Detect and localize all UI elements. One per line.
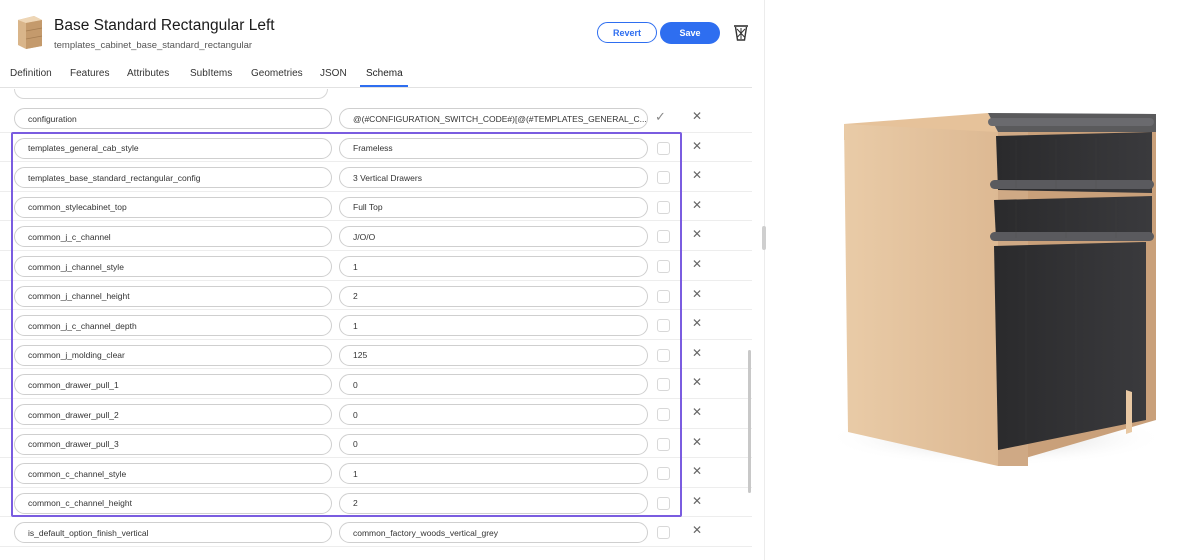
attribute-name-field[interactable]: templates_base_standard_rectangular_conf… bbox=[14, 167, 332, 189]
close-icon[interactable]: ✕ bbox=[690, 139, 704, 153]
attribute-value-field[interactable]: 2 bbox=[339, 285, 648, 307]
table-row: configuration @(#CONFIGURATION_SWITCH_COD… bbox=[0, 103, 752, 133]
row-checkbox[interactable] bbox=[657, 289, 670, 303]
table-row: common_drawer_pull_1 0 ✕ bbox=[0, 369, 752, 399]
page-title: Base Standard Rectangular Left bbox=[54, 17, 275, 34]
row-checkbox[interactable] bbox=[657, 319, 670, 333]
table-row: common_drawer_pull_2 0 ✕ bbox=[0, 399, 752, 429]
trash-icon[interactable] bbox=[733, 24, 749, 42]
close-icon[interactable]: ✕ bbox=[690, 316, 704, 330]
row-checkbox[interactable] bbox=[657, 348, 670, 362]
attribute-value-field[interactable]: 3 Vertical Drawers bbox=[339, 167, 648, 189]
editor-panel: Base Standard Rectangular Left templates… bbox=[0, 0, 755, 560]
close-icon[interactable]: ✕ bbox=[690, 346, 704, 360]
revert-button[interactable]: Revert bbox=[597, 22, 657, 43]
close-icon[interactable]: ✕ bbox=[690, 494, 704, 508]
close-icon[interactable]: ✕ bbox=[690, 109, 704, 123]
table-row: common_c_channel_height 2 ✕ bbox=[0, 488, 752, 518]
row-checkbox[interactable] bbox=[657, 467, 670, 481]
attribute-name-field[interactable]: common_drawer_pull_1 bbox=[14, 374, 332, 396]
cabinet-thumbnail-icon bbox=[18, 16, 43, 49]
list-item-partial bbox=[14, 89, 328, 99]
table-row: common_j_channel_style 1 ✕ bbox=[0, 251, 752, 281]
attribute-value-field[interactable]: 125 bbox=[339, 344, 648, 366]
attribute-value-field[interactable]: 1 bbox=[339, 256, 648, 277]
attribute-name-field[interactable]: common_drawer_pull_3 bbox=[14, 433, 332, 455]
table-row: common_c_channel_style 1 ✕ bbox=[0, 458, 752, 488]
tab-features[interactable]: Features bbox=[70, 68, 109, 79]
attribute-name-field[interactable]: common_j_channel_height bbox=[14, 285, 332, 307]
row-checkbox[interactable] bbox=[657, 171, 670, 185]
row-checkbox[interactable] bbox=[657, 260, 670, 273]
schema-list: configuration @(#CONFIGURATION_SWITCH_COD… bbox=[0, 89, 752, 560]
tab-geometries[interactable]: Geometries bbox=[251, 68, 303, 79]
attribute-value-field[interactable]: 0 bbox=[339, 374, 648, 396]
row-checkbox[interactable] bbox=[657, 496, 670, 510]
row-checkbox[interactable] bbox=[657, 141, 670, 155]
attribute-value-field[interactable]: J/O/O bbox=[339, 226, 648, 248]
attribute-name-field[interactable]: common_c_channel_style bbox=[14, 463, 332, 485]
row-checkbox[interactable] bbox=[657, 230, 670, 244]
table-row: common_j_c_channel J/O/O ✕ bbox=[0, 221, 752, 251]
attribute-name-field[interactable]: common_j_channel_style bbox=[14, 256, 332, 277]
table-row: templates_base_standard_rectangular_conf… bbox=[0, 162, 752, 192]
attribute-name-field[interactable]: common_drawer_pull_2 bbox=[14, 404, 332, 425]
table-row: common_j_molding_clear 125 ✕ bbox=[0, 340, 752, 370]
attribute-value-field[interactable]: Full Top bbox=[339, 196, 648, 218]
attribute-name-field[interactable]: common_c_channel_height bbox=[14, 492, 332, 514]
row-checkbox[interactable] bbox=[657, 378, 670, 392]
table-row: templates_general_cab_style Frameless ✕ bbox=[0, 133, 752, 163]
close-icon[interactable]: ✕ bbox=[690, 523, 704, 537]
save-button[interactable]: Save bbox=[660, 22, 720, 44]
panel-divider bbox=[764, 0, 765, 560]
close-icon[interactable]: ✕ bbox=[690, 435, 704, 449]
attribute-value-field[interactable]: 1 bbox=[339, 463, 648, 485]
row-checkbox[interactable] bbox=[657, 200, 670, 214]
tab-schema[interactable]: Schema bbox=[366, 68, 403, 79]
close-icon[interactable]: ✕ bbox=[690, 375, 704, 389]
close-icon[interactable]: ✕ bbox=[690, 198, 704, 212]
tab-definition[interactable]: Definition bbox=[10, 68, 52, 79]
close-icon[interactable]: ✕ bbox=[690, 227, 704, 241]
attribute-value-field[interactable]: 1 bbox=[339, 315, 648, 337]
attribute-name-field[interactable]: common_j_c_channel bbox=[14, 226, 332, 248]
attribute-value-field[interactable]: 2 bbox=[339, 492, 648, 514]
tab-attributes[interactable]: Attributes bbox=[127, 68, 169, 79]
table-row: common_j_channel_height 2 ✕ bbox=[0, 281, 752, 311]
attribute-value-field[interactable]: 0 bbox=[339, 433, 648, 455]
header: Base Standard Rectangular Left templates… bbox=[0, 0, 755, 62]
close-icon[interactable]: ✕ bbox=[690, 464, 704, 478]
attribute-value-field[interactable]: common_factory_woods_vertical_grey bbox=[339, 522, 648, 544]
close-icon[interactable]: ✕ bbox=[690, 405, 704, 419]
close-icon[interactable]: ✕ bbox=[690, 257, 704, 271]
checkmark-icon[interactable]: ✓ bbox=[655, 109, 666, 125]
attribute-name-field[interactable]: common_j_c_channel_depth bbox=[14, 315, 332, 337]
row-checkbox[interactable] bbox=[657, 526, 670, 540]
tab-json[interactable]: JSON bbox=[320, 68, 347, 79]
attribute-value-field[interactable]: 0 bbox=[339, 404, 648, 425]
attribute-name-field[interactable]: templates_general_cab_style bbox=[14, 137, 332, 159]
table-row: is_default_option_finish_vertical common_… bbox=[0, 517, 752, 547]
attribute-name-field[interactable]: is_default_option_finish_vertical bbox=[14, 522, 332, 544]
page-subtitle: templates_cabinet_base_standard_rectangu… bbox=[54, 40, 253, 51]
tab-bar: Definition Features Attributes SubItems … bbox=[0, 62, 752, 88]
attribute-name-field[interactable]: common_stylecabinet_top bbox=[14, 196, 332, 218]
tab-subitems[interactable]: SubItems bbox=[190, 68, 232, 79]
row-checkbox[interactable] bbox=[657, 437, 670, 451]
attribute-value-field[interactable]: @(#CONFIGURATION_SWITCH_CODE#)[@(#TEMPLA… bbox=[339, 108, 648, 129]
table-row: common_stylecabinet_top Full Top ✕ bbox=[0, 192, 752, 222]
attribute-name-field[interactable]: common_j_molding_clear bbox=[14, 344, 332, 366]
close-icon[interactable]: ✕ bbox=[690, 287, 704, 301]
table-row: common_j_c_channel_depth 1 ✕ bbox=[0, 310, 752, 340]
row-checkbox[interactable] bbox=[657, 408, 670, 421]
attribute-value-field[interactable]: Frameless bbox=[339, 137, 648, 159]
active-tab-indicator bbox=[360, 85, 408, 87]
scrollbar-thumb[interactable] bbox=[748, 350, 751, 493]
cabinet-3d-preview[interactable] bbox=[766, 0, 1190, 560]
attribute-name-field[interactable]: configuration bbox=[14, 108, 332, 129]
close-icon[interactable]: ✕ bbox=[690, 168, 704, 182]
table-row: common_drawer_pull_3 0 ✕ bbox=[0, 429, 752, 459]
